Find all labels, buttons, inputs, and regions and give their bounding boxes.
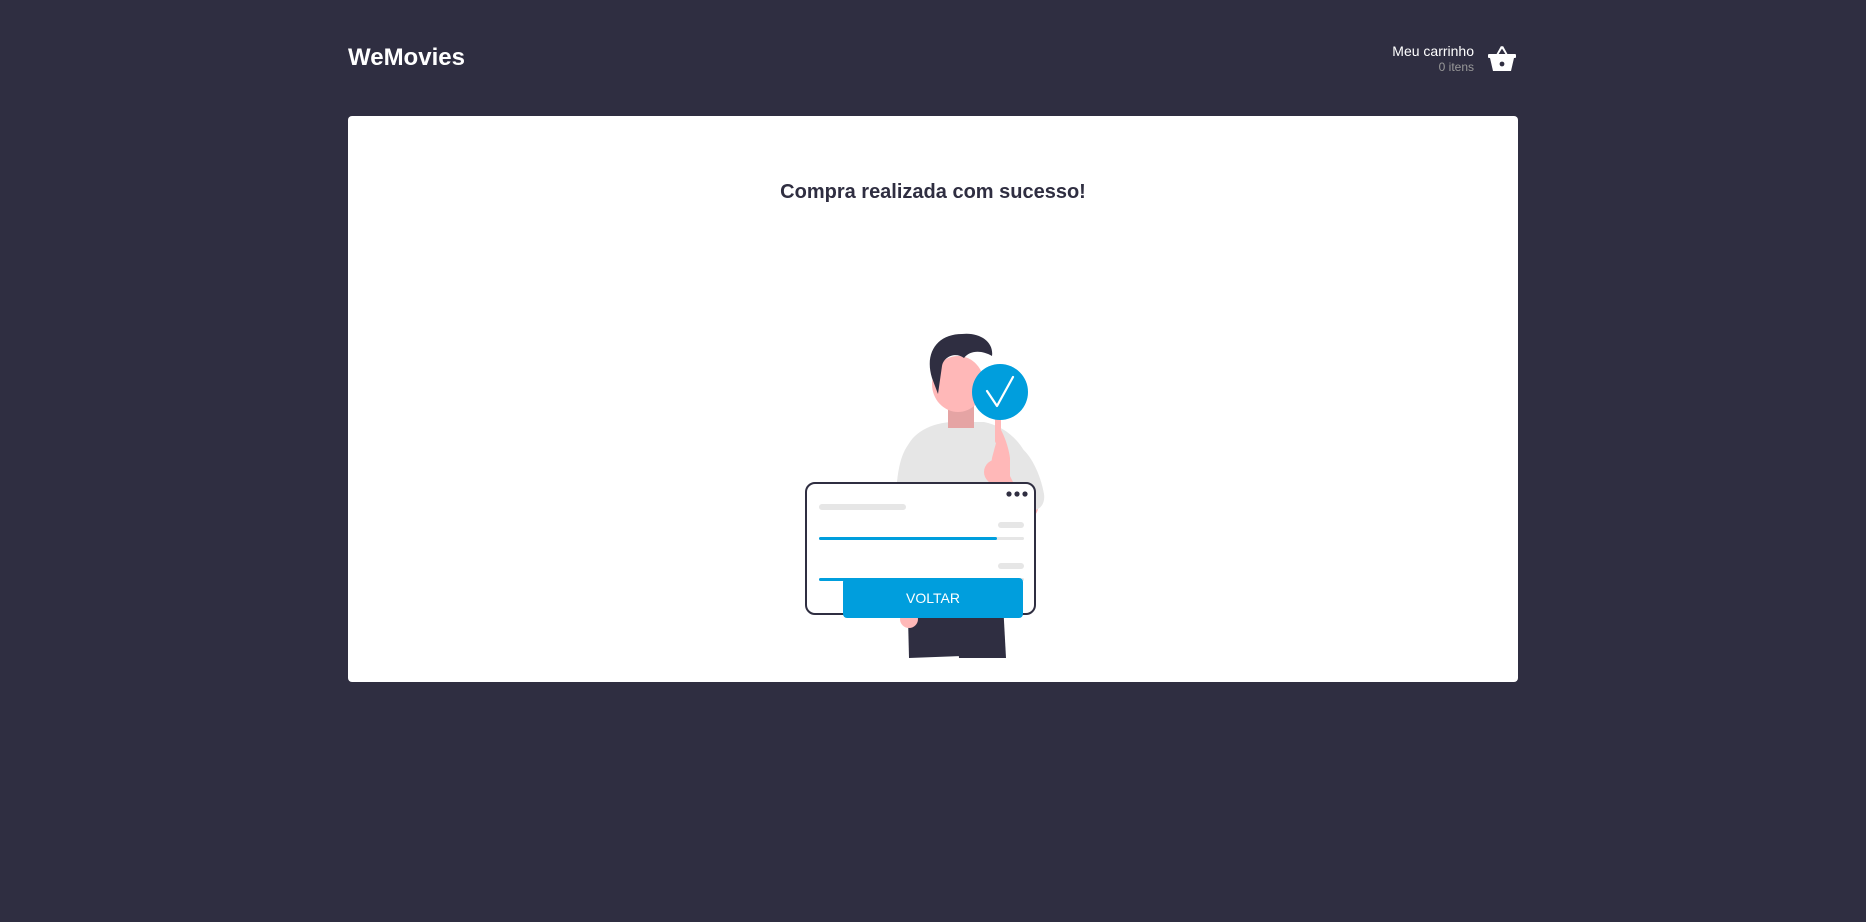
success-card: Compra realizada com sucesso! VOLTAR [348, 116, 1518, 682]
logo[interactable]: WeMovies [348, 44, 465, 72]
cart-text: Meu carrinho 0 itens [1392, 43, 1474, 74]
cart-title: Meu carrinho [1392, 42, 1474, 59]
cart-count: 0 itens [1438, 59, 1474, 74]
basket-icon[interactable] [1486, 42, 1518, 74]
site-header: WeMovies Meu carrinho 0 itens [348, 0, 1518, 116]
page-title: Compra realizada com sucesso! [780, 181, 1086, 203]
back-button[interactable]: VOLTAR [843, 578, 1023, 618]
check-badge-icon [972, 364, 1028, 420]
cart-link[interactable]: Meu carrinho 0 itens [1392, 40, 1518, 76]
